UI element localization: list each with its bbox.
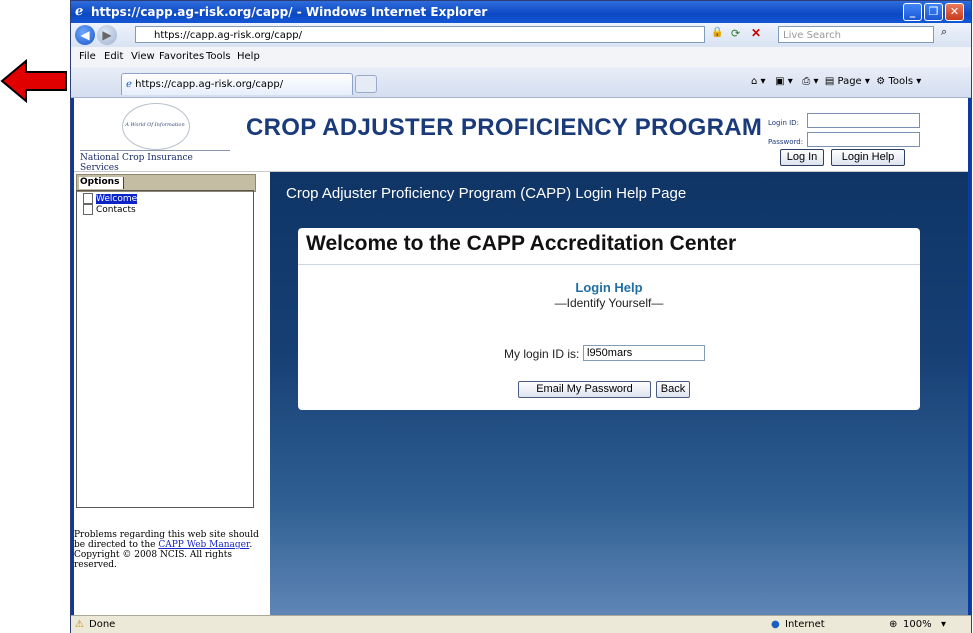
- password-label: Password:: [768, 138, 804, 146]
- site-title: CROP ADJUSTER PROFICIENCY PROGRAM: [246, 114, 763, 141]
- site-header: A World Of Information National Crop Ins…: [74, 98, 968, 173]
- options-tab[interactable]: Options: [79, 177, 125, 189]
- my-login-id-input[interactable]: l950mars: [583, 345, 705, 361]
- logo-tagline: A World Of Information: [125, 122, 185, 128]
- web-manager-link[interactable]: CAPP Web Manager: [158, 540, 249, 550]
- search-input[interactable]: Live Search: [778, 26, 934, 43]
- ie-icon: ℯ: [75, 4, 84, 19]
- tools-menu[interactable]: ⚙ Tools ▾: [876, 76, 921, 87]
- page-favicon-icon: ℯ: [126, 79, 132, 90]
- status-text: Done: [89, 619, 116, 630]
- page-content: A World Of Information National Crop Ins…: [74, 98, 968, 615]
- email-password-button[interactable]: Email My Password: [518, 381, 651, 398]
- password-input[interactable]: [807, 132, 920, 147]
- back-nav-icon[interactable]: ◀: [75, 25, 95, 45]
- logo-org-name: National Crop Insurance Services: [80, 150, 230, 173]
- tree-item-label: Welcome: [96, 194, 138, 204]
- back-button[interactable]: Back: [656, 381, 690, 398]
- ncis-logo: A World Of Information National Crop Ins…: [80, 103, 230, 173]
- page-menu-label: Page: [837, 76, 862, 87]
- login-help-card: Welcome to the CAPP Accreditation Center…: [298, 228, 920, 410]
- status-bar: ⚠ Done ● Internet ⊕ 100% ▾: [71, 615, 971, 633]
- tab-label: https://capp.ag-risk.org/capp/: [135, 79, 284, 90]
- login-id-label: Login ID:: [768, 119, 799, 127]
- my-login-id-label: My login ID is:: [504, 347, 580, 361]
- new-tab-button[interactable]: [355, 75, 377, 93]
- section-subtitle: —Identify Yourself—: [554, 296, 664, 310]
- login-help-button[interactable]: Login Help: [831, 149, 905, 166]
- menu-file[interactable]: File: [79, 51, 96, 62]
- feeds-icon[interactable]: ▣ ▾: [775, 76, 793, 87]
- divider: [298, 264, 920, 265]
- print-icon[interactable]: ⎙ ▾: [802, 76, 818, 87]
- close-button[interactable]: ✕: [945, 3, 964, 21]
- zoom-dropdown-icon[interactable]: ▾: [941, 619, 946, 630]
- tree-item-contacts[interactable]: Contacts: [83, 204, 136, 215]
- window-title: https://capp.ag-risk.org/capp/ - Windows…: [91, 5, 488, 19]
- browser-window: ℯ https://capp.ag-risk.org/capp/ - Windo…: [70, 0, 972, 633]
- menu-help[interactable]: Help: [237, 51, 260, 62]
- tree-item-welcome[interactable]: Welcome: [83, 193, 138, 204]
- page-title: Crop Adjuster Proficiency Program (CAPP)…: [286, 185, 687, 202]
- options-tree: Welcome Contacts: [76, 190, 254, 508]
- document-icon: [83, 193, 93, 204]
- page-menu[interactable]: ▤ Page ▾: [825, 76, 870, 87]
- window-titlebar: ℯ https://capp.ag-risk.org/capp/ - Windo…: [71, 1, 971, 23]
- main-panel: Crop Adjuster Proficiency Program (CAPP)…: [270, 172, 968, 615]
- menu-edit[interactable]: Edit: [104, 51, 123, 62]
- menu-tools[interactable]: Tools: [206, 51, 231, 62]
- maximize-button[interactable]: ❐: [924, 3, 943, 21]
- tab-bar: ℯ https://capp.ag-risk.org/capp/ ⌂ ▾ ▣ ▾…: [71, 67, 971, 98]
- menu-bar: File Edit View Favorites Tools Help: [71, 47, 971, 67]
- log-in-button[interactable]: Log In: [780, 149, 824, 166]
- globe-zone-icon: ●: [771, 619, 780, 630]
- card-title: Welcome to the CAPP Accreditation Center: [306, 232, 737, 255]
- warning-icon: ⚠: [75, 619, 84, 630]
- red-arrow-annotation: [0, 58, 67, 104]
- address-input[interactable]: https://capp.ag-risk.org/capp/: [135, 26, 705, 43]
- minimize-button[interactable]: _: [903, 3, 922, 21]
- tools-menu-label: Tools: [888, 76, 914, 87]
- sidebar-footer: Problems regarding this web site should …: [74, 530, 264, 570]
- zone-label: Internet: [785, 619, 825, 630]
- lock-icon: 🔒: [711, 27, 724, 38]
- forward-nav-icon[interactable]: ▶: [97, 25, 117, 45]
- address-bar-row: ◀ ▶ https://capp.ag-risk.org/capp/ 🔒 ⟳ ✕…: [71, 23, 971, 47]
- search-icon[interactable]: ⌕: [941, 26, 947, 39]
- tree-item-label: Contacts: [96, 205, 136, 215]
- stop-icon[interactable]: ✕: [751, 26, 761, 40]
- login-id-input[interactable]: [807, 113, 920, 128]
- zoom-icon: ⊕: [889, 619, 898, 630]
- refresh-icon[interactable]: ⟳: [731, 27, 740, 40]
- section-title: Login Help: [575, 280, 643, 295]
- document-icon: [83, 204, 93, 215]
- left-panel: Options Welcome Contacts Problems regard…: [74, 172, 270, 615]
- command-bar: ⌂ ▾ ▣ ▾ ⎙ ▾ ▤ Page ▾ ⚙ Tools ▾: [751, 76, 921, 87]
- menu-favorites[interactable]: Favorites: [159, 51, 204, 62]
- home-icon[interactable]: ⌂ ▾: [751, 76, 766, 87]
- zoom-level[interactable]: 100%: [903, 619, 932, 630]
- menu-view[interactable]: View: [131, 51, 155, 62]
- browser-tab[interactable]: ℯ https://capp.ag-risk.org/capp/: [121, 73, 353, 95]
